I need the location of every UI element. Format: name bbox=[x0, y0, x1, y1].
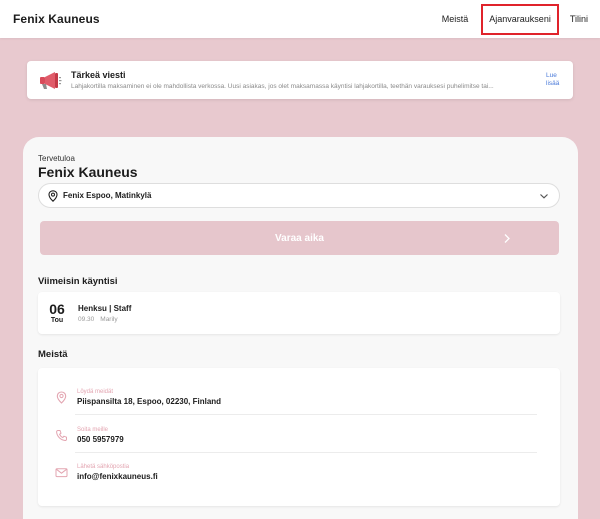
contact-email-value: info@fenixkauneus.fi bbox=[77, 471, 158, 481]
contact-phone-label: Soita meille bbox=[77, 426, 109, 433]
welcome-text: Tervetuloa bbox=[38, 154, 75, 163]
about-heading: Meistä bbox=[38, 349, 68, 360]
contact-address-text: Löydä meidät Piispansilta 18, Espoo, 022… bbox=[77, 389, 221, 406]
nav-link-my-bookings[interactable]: Ajanvaraukseni bbox=[481, 3, 559, 35]
about-card: Löydä meidät Piispansilta 18, Espoo, 022… bbox=[38, 368, 560, 506]
location-selector[interactable]: Fenix Espoo, Matinkylä bbox=[38, 183, 560, 208]
visit-time: 09.30 bbox=[78, 315, 95, 323]
contact-phone-text: Soita meille 050 5957979 bbox=[77, 427, 124, 444]
notice-body: Lahjakortilla maksaminen ei ole mahdolli… bbox=[71, 83, 494, 90]
top-navigation-bar: Fenix Kauneus Meistä Ajanvaraukseni Tili… bbox=[0, 0, 600, 38]
visit-meta: 09.30 Marily bbox=[78, 316, 131, 323]
book-appointment-button[interactable]: Varaa aika bbox=[40, 221, 559, 255]
megaphone-icon bbox=[40, 72, 62, 89]
visit-month: Tou bbox=[50, 317, 64, 324]
main-nav: Meistä Ajanvaraukseni Tilini bbox=[442, 0, 588, 38]
contact-email-text: Lähetä sähköpostia info@fenixkauneus.fi bbox=[77, 464, 158, 481]
map-pin-icon bbox=[56, 390, 67, 404]
page-title: Fenix Kauneus bbox=[38, 164, 138, 180]
read-more-link[interactable]: Lue lisää bbox=[546, 72, 564, 88]
visit-date: 06 Tou bbox=[38, 302, 76, 324]
chevron-right-icon bbox=[504, 234, 510, 243]
recent-visit-card[interactable]: 06 Tou Henksu | Staff 09.30 Marily bbox=[38, 292, 560, 334]
important-notice-banner: Tärkeä viesti Lahjakortilla maksaminen e… bbox=[27, 61, 573, 99]
location-label: Fenix Espoo, Matinkylä bbox=[63, 191, 152, 200]
visit-info: Henksu | Staff 09.30 Marily bbox=[78, 304, 131, 323]
contact-email-label: Lähetä sähköpostia bbox=[77, 463, 130, 470]
chevron-down-icon bbox=[540, 193, 548, 199]
nav-link-account[interactable]: Tilini bbox=[570, 4, 588, 34]
brand-logo-text[interactable]: Fenix Kauneus bbox=[13, 12, 100, 26]
location-pin-icon bbox=[48, 189, 58, 202]
visit-day: 06 bbox=[49, 301, 65, 317]
recent-visit-heading: Viimeisin käyntisi bbox=[38, 276, 118, 287]
contact-phone-row[interactable]: Soita meille 050 5957979 bbox=[55, 416, 535, 454]
mail-icon bbox=[55, 467, 68, 477]
contact-address-row[interactable]: Löydä meidät Piispansilta 18, Espoo, 022… bbox=[55, 378, 535, 416]
book-button-label: Varaa aika bbox=[275, 232, 324, 244]
phone-icon bbox=[56, 429, 67, 441]
contact-address-label: Löydä meidät bbox=[77, 388, 114, 395]
notice-title: Tärkeä viesti bbox=[71, 70, 126, 80]
contact-phone-value: 050 5957979 bbox=[77, 434, 124, 444]
notice-text: Tärkeä viesti Lahjakortilla maksaminen e… bbox=[71, 70, 540, 90]
divider bbox=[75, 414, 537, 415]
main-content-card: Tervetuloa Fenix Kauneus Fenix Espoo, Ma… bbox=[23, 137, 578, 519]
contact-address-value: Piispansilta 18, Espoo, 02230, Finland bbox=[77, 396, 222, 406]
visit-service: Henksu | Staff bbox=[78, 303, 132, 313]
contact-email-row[interactable]: Lähetä sähköpostia info@fenixkauneus.fi bbox=[55, 453, 535, 491]
nav-link-about[interactable]: Meistä bbox=[442, 4, 469, 34]
visit-staff: Marily bbox=[100, 315, 118, 323]
